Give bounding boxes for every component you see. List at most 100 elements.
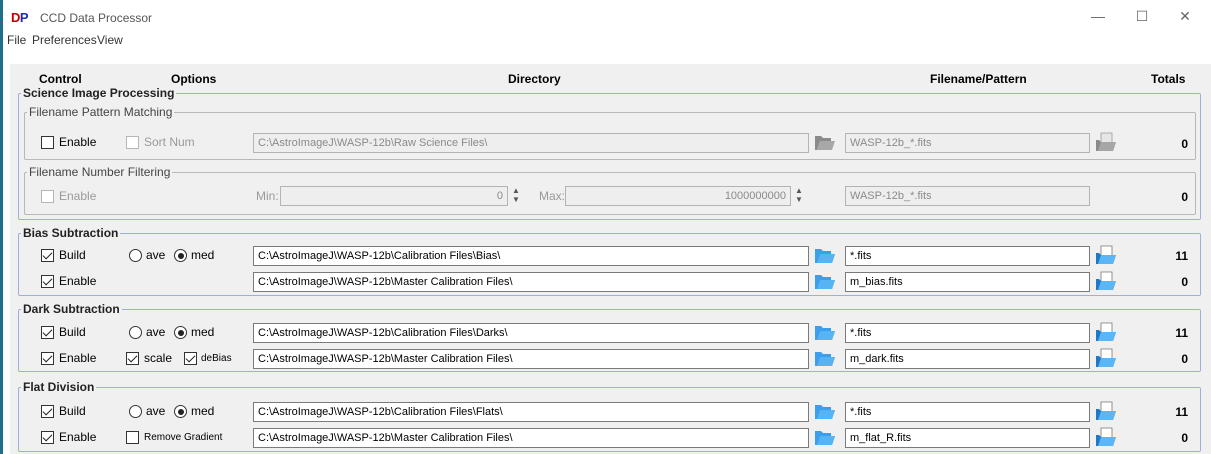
number-filter-enable-label: Enable <box>59 189 97 203</box>
bias-ave-label: ave <box>146 248 166 262</box>
dark-master-total: 0 <box>1181 352 1188 366</box>
bias-ave-radio[interactable] <box>129 249 142 262</box>
min-label: Min: <box>256 189 279 203</box>
flat-ave-label: ave <box>146 404 166 418</box>
folder-open-icon[interactable] <box>814 402 836 422</box>
dark-enable-label: Enable <box>59 351 97 365</box>
bias-med-label: med <box>191 248 215 262</box>
menu-file[interactable]: File <box>7 33 26 47</box>
dark-legend: Dark Subtraction <box>23 302 120 316</box>
pattern-matching-legend: Filename Pattern Matching <box>29 105 173 119</box>
max-label: Max: <box>539 189 566 203</box>
remove-gradient-checkbox[interactable] <box>126 431 139 444</box>
science-pattern-total: 0 <box>1181 137 1188 151</box>
window-title: CCD Data Processor <box>40 11 153 25</box>
maximize-button[interactable]: ☐ <box>1127 6 1157 26</box>
bias-build-pattern-field[interactable]: *.fits <box>845 246 1090 266</box>
dark-build-total: 11 <box>1175 326 1188 340</box>
bias-build-checkbox[interactable] <box>41 249 54 262</box>
sort-num-label: Sort Num <box>144 135 195 149</box>
science-group-legend: Science Image Processing <box>23 86 175 100</box>
folder-open-icon[interactable] <box>814 246 836 266</box>
bias-master-directory-field[interactable]: C:\AstroImageJ\WASP-12b\Master Calibrati… <box>253 272 809 292</box>
bias-enable-checkbox[interactable] <box>41 275 54 288</box>
file-disabled-icon[interactable] <box>1095 132 1117 152</box>
dark-scale-checkbox[interactable] <box>126 352 139 365</box>
close-button[interactable]: ✕ <box>1170 6 1200 26</box>
file-open-icon[interactable] <box>1095 427 1117 447</box>
app-logo: DP <box>11 10 29 25</box>
flat-build-directory-field[interactable]: C:\AstroImageJ\WASP-12b\Calibration File… <box>253 402 809 422</box>
header-options: Options <box>171 72 217 86</box>
window-left-edge <box>0 0 3 454</box>
science-pattern-field[interactable]: WASP-12b_*.fits <box>845 133 1090 153</box>
file-open-icon[interactable] <box>1095 401 1117 421</box>
menu-view[interactable]: View <box>97 33 123 47</box>
flat-master-directory-field[interactable]: C:\AstroImageJ\WASP-12b\Master Calibrati… <box>253 428 809 448</box>
folder-open-icon[interactable] <box>814 272 836 292</box>
bias-master-total: 0 <box>1181 275 1188 289</box>
science-enable-checkbox[interactable] <box>41 136 54 149</box>
file-open-icon[interactable] <box>1095 322 1117 342</box>
header-filename-pattern: Filename/Pattern <box>930 72 1027 86</box>
file-open-icon[interactable] <box>1095 245 1117 265</box>
flat-med-radio[interactable] <box>174 405 187 418</box>
min-spinner[interactable]: ▲ ▼ <box>510 186 522 206</box>
flat-build-pattern-field[interactable]: *.fits <box>845 402 1090 422</box>
bias-enable-label: Enable <box>59 274 97 288</box>
dark-build-directory-field[interactable]: C:\AstroImageJ\WASP-12b\Calibration File… <box>253 323 809 343</box>
header-directory: Directory <box>508 72 561 86</box>
dark-ave-label: ave <box>146 325 166 339</box>
folder-open-icon[interactable] <box>814 323 836 343</box>
dark-enable-checkbox[interactable] <box>41 352 54 365</box>
flat-build-label: Build <box>59 404 86 418</box>
menu-preferences[interactable]: Preferences <box>32 33 97 47</box>
dark-master-file-field[interactable]: m_dark.fits <box>845 349 1090 369</box>
dark-build-pattern-field[interactable]: *.fits <box>845 323 1090 343</box>
dark-debias-checkbox[interactable] <box>184 352 197 365</box>
title-bar <box>3 0 1211 30</box>
number-filter-enable-checkbox[interactable] <box>41 190 54 203</box>
dark-med-label: med <box>191 325 215 339</box>
flat-enable-checkbox[interactable] <box>41 431 54 444</box>
dark-master-directory-field[interactable]: C:\AstroImageJ\WASP-12b\Master Calibrati… <box>253 349 809 369</box>
flat-legend: Flat Division <box>23 380 95 394</box>
science-directory-field[interactable]: C:\AstroImageJ\WASP-12b\Raw Science File… <box>253 133 809 153</box>
flat-ave-radio[interactable] <box>129 405 142 418</box>
flat-med-label: med <box>191 404 215 418</box>
dark-build-label: Build <box>59 325 86 339</box>
max-input[interactable]: 1000000000 <box>565 186 791 206</box>
sort-num-checkbox[interactable] <box>126 136 139 149</box>
bias-build-label: Build <box>59 248 86 262</box>
remove-gradient-label: Remove Gradient <box>144 432 223 443</box>
bias-legend: Bias Subtraction <box>23 226 119 240</box>
header-control: Control <box>39 72 82 86</box>
bias-build-directory-field[interactable]: C:\AstroImageJ\WASP-12b\Calibration File… <box>253 246 809 266</box>
flat-master-total: 0 <box>1181 431 1188 445</box>
science-enable-label: Enable <box>59 135 97 149</box>
dark-ave-radio[interactable] <box>129 326 142 339</box>
folder-disabled-icon[interactable] <box>814 133 836 153</box>
flat-build-checkbox[interactable] <box>41 405 54 418</box>
bias-master-file-field[interactable]: m_bias.fits <box>845 272 1090 292</box>
file-open-icon[interactable] <box>1095 348 1117 368</box>
folder-open-icon[interactable] <box>814 349 836 369</box>
dark-build-checkbox[interactable] <box>41 326 54 339</box>
number-filter-total: 0 <box>1181 190 1188 204</box>
min-input[interactable]: 0 <box>280 186 508 206</box>
max-spinner[interactable]: ▲ ▼ <box>793 186 805 206</box>
dark-debias-label: deBias <box>201 353 232 364</box>
flat-build-total: 11 <box>1175 405 1188 419</box>
minimize-button[interactable]: — <box>1083 6 1113 26</box>
folder-open-icon[interactable] <box>814 428 836 448</box>
dark-scale-label: scale <box>144 351 173 365</box>
flat-master-file-field[interactable]: m_flat_R.fits <box>845 428 1090 448</box>
number-filtering-legend: Filename Number Filtering <box>29 165 171 179</box>
number-filter-pattern-field[interactable]: WASP-12b_*.fits <box>845 186 1090 206</box>
dark-med-radio[interactable] <box>174 326 187 339</box>
flat-enable-label: Enable <box>59 430 97 444</box>
file-open-icon[interactable] <box>1095 271 1117 291</box>
header-totals: Totals <box>1151 72 1186 86</box>
bias-med-radio[interactable] <box>174 249 187 262</box>
app-logo-text: DP <box>11 10 29 25</box>
